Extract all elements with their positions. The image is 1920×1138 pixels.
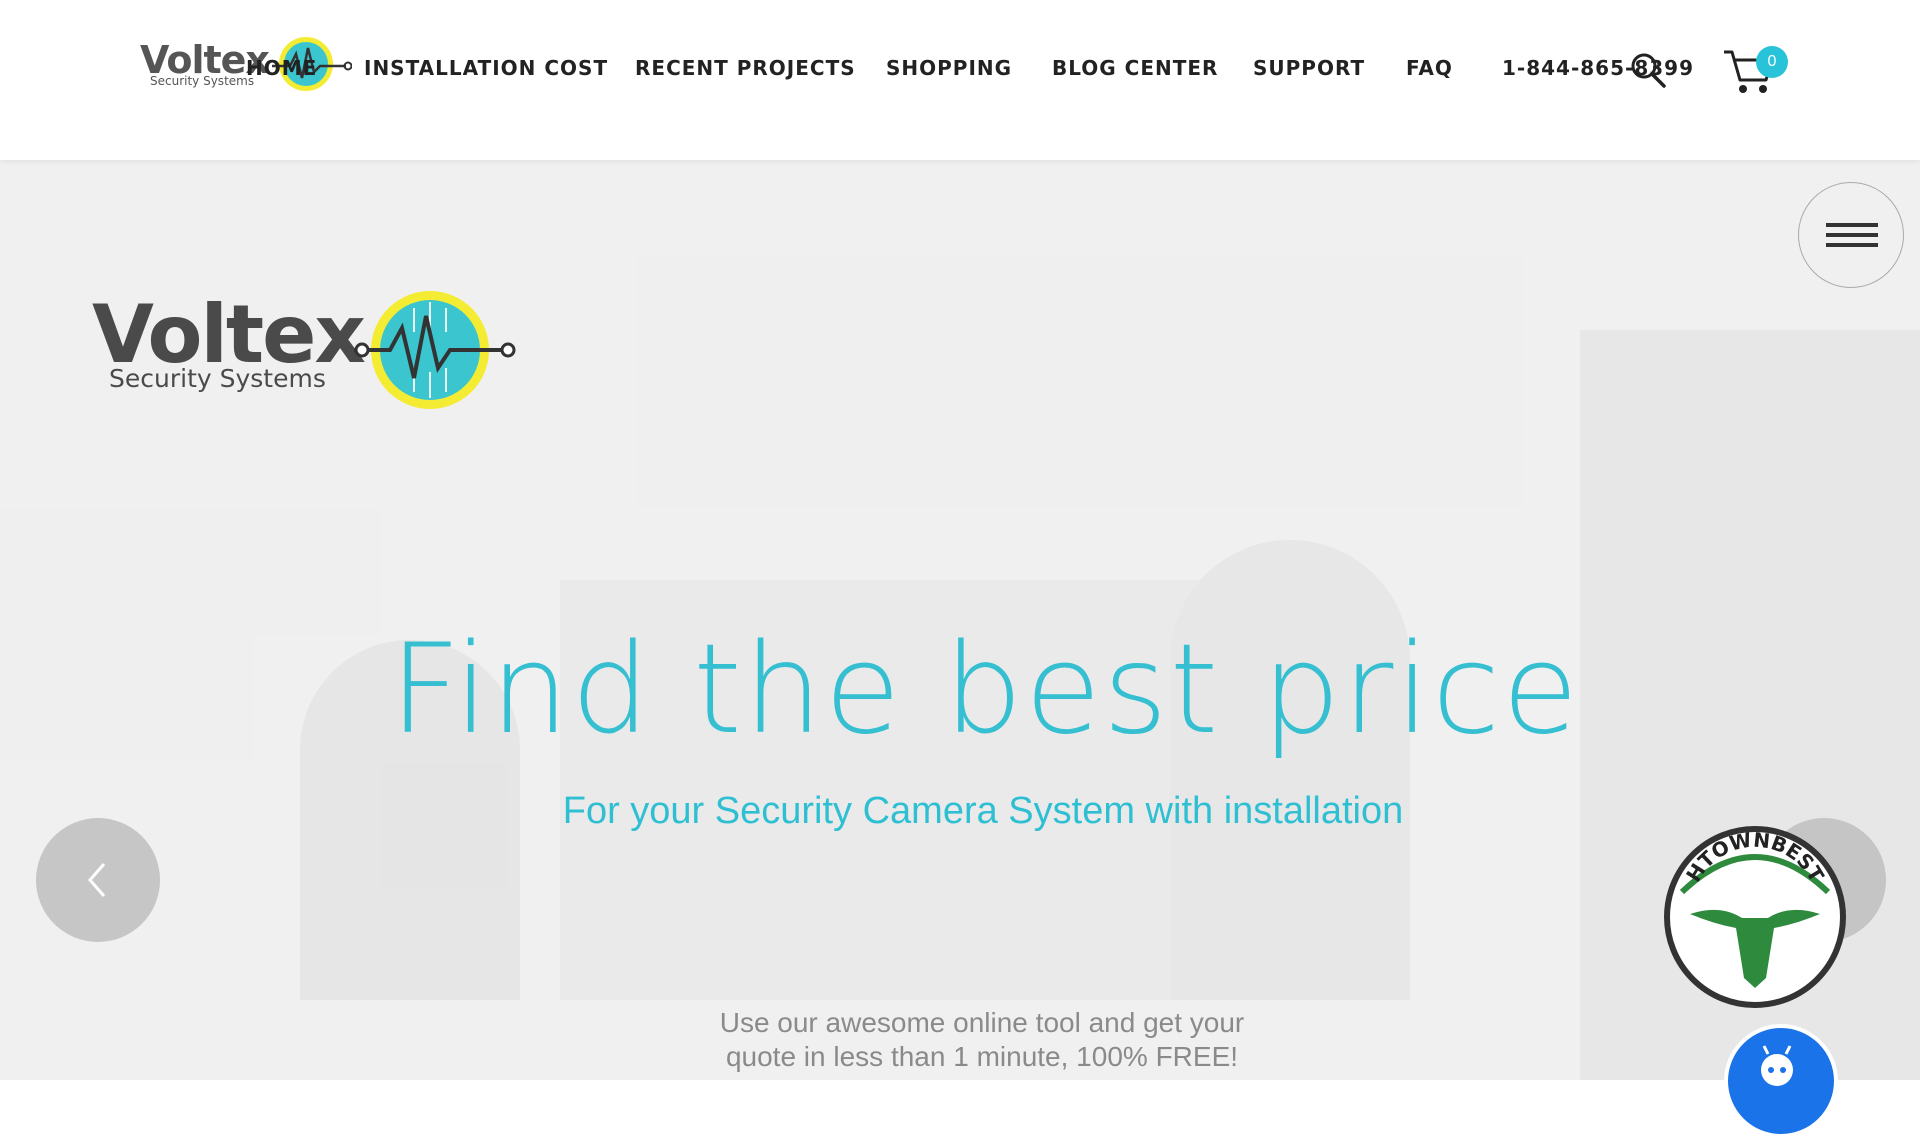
site-header: Voltex Security Systems HOME INSTALLATIO… — [0, 0, 1920, 160]
longhorn-icon — [1690, 909, 1820, 988]
hero-subtitle: For your Security Camera System with ins… — [562, 790, 1404, 832]
logo-tagline: Security Systems — [150, 74, 255, 88]
chevron-left-icon — [88, 863, 106, 897]
header-logo[interactable]: Voltex Security Systems — [140, 34, 352, 96]
hero-title: Find the best price — [389, 618, 1581, 762]
hero-description-line: quote in less than 1 minute, 100% FREE! — [725, 1041, 1239, 1072]
slider-prev-button[interactable] — [36, 818, 160, 942]
htownbest-logo: HTOWNBEST — [1679, 827, 1831, 988]
search-icon[interactable] — [1630, 52, 1666, 88]
hero-logo-tagline: Security Systems — [109, 364, 326, 393]
nav-recent-projects[interactable]: RECENT PROJECTS — [635, 56, 856, 80]
htownbest-badge[interactable]: HTOWNBEST — [1664, 826, 1846, 1008]
chat-bot-button[interactable] — [1724, 1024, 1838, 1138]
logo-emblem-icon — [354, 291, 516, 409]
nav-home[interactable]: HOME — [246, 56, 317, 80]
nav-installation-cost[interactable]: INSTALLATION COST — [364, 56, 608, 80]
cart-count-badge: 0 — [1756, 46, 1788, 78]
hero-description-line: Use our awesome online tool and get your — [719, 1007, 1245, 1038]
nav-faq[interactable]: FAQ — [1406, 56, 1453, 80]
nav-shopping[interactable]: SHOPPING — [886, 56, 1012, 80]
chat-bot-icon — [1761, 1045, 1793, 1086]
nav-support[interactable]: SUPPORT — [1253, 56, 1365, 80]
nav-blog-center[interactable]: BLOG CENTER — [1052, 56, 1218, 80]
hamburger-icon[interactable] — [1798, 182, 1904, 288]
hero-description: Use our awesome online tool and get your… — [0, 1006, 1920, 1074]
hero-logo: Voltex Security Systems — [92, 288, 522, 418]
